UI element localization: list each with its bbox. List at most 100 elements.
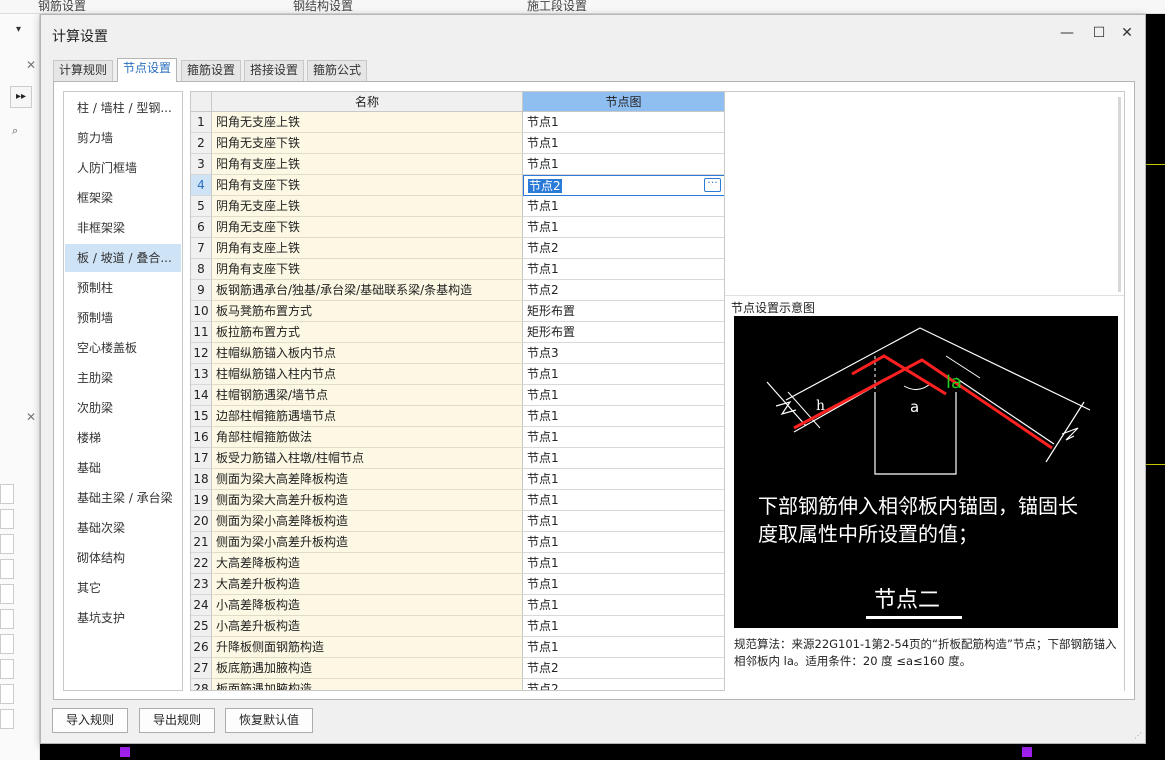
table-row[interactable]: 18 侧面为梁大高差降板构造 节点1 [191, 469, 724, 490]
category-item[interactable]: 次肋梁 [65, 394, 181, 422]
ellipsis-button[interactable]: ··· [704, 177, 721, 192]
table-row[interactable]: 12 柱帽纵筋锚入板内节点 节点3 [191, 343, 724, 364]
table-row[interactable]: 23 大高差升板构造 节点1 [191, 574, 724, 595]
row-number[interactable]: 13 [191, 364, 212, 385]
node-value-cell[interactable]: 矩形布置 [523, 322, 724, 343]
node-value-cell[interactable]: 节点1 [523, 595, 724, 616]
table-row[interactable]: 24 小高差降板构造 节点1 [191, 595, 724, 616]
category-item[interactable]: 基础 [65, 454, 181, 482]
close-icon[interactable]: ✕ [1119, 25, 1135, 41]
row-number[interactable]: 26 [191, 637, 212, 658]
category-item[interactable]: 砌体结构 [65, 544, 181, 572]
row-number[interactable]: 12 [191, 343, 212, 364]
category-item[interactable]: 剪力墙 [65, 124, 181, 152]
node-value-cell[interactable]: 节点1 [523, 385, 724, 406]
node-value-cell[interactable]: 节点1 [523, 133, 724, 154]
row-number[interactable]: 5 [191, 196, 212, 217]
table-row[interactable]: 5 阴角无支座上铁 节点1 [191, 196, 724, 217]
node-value-cell[interactable]: 节点1 [523, 469, 724, 490]
node-value-cell[interactable]: 节点2 [523, 658, 724, 679]
row-number[interactable]: 19 [191, 490, 212, 511]
table-row[interactable]: 4 阳角有支座下铁 节点2 ··· [191, 175, 724, 196]
table-row[interactable]: 8 阴角有支座下铁 节点1 [191, 259, 724, 280]
category-item[interactable]: 基坑支护 [65, 604, 181, 632]
table-row[interactable]: 21 侧面为梁小高差升板构造 节点1 [191, 532, 724, 553]
node-value-cell[interactable]: 节点2 [523, 679, 724, 690]
background-tab[interactable]: 钢结构设置 [293, 0, 353, 14]
node-value-cell[interactable]: 节点3 [523, 343, 724, 364]
search-icon[interactable]: ⌕ [12, 124, 18, 138]
row-number[interactable]: 16 [191, 427, 212, 448]
row-number[interactable]: 25 [191, 616, 212, 637]
table-row[interactable]: 22 大高差降板构造 节点1 [191, 553, 724, 574]
node-value-cell[interactable]: 节点1 [523, 490, 724, 511]
node-value-cell[interactable]: 节点2 ··· [523, 175, 724, 196]
background-tab[interactable]: 施工段设置 [527, 0, 587, 14]
table-row[interactable]: 14 柱帽钢筋遇梁/墙节点 节点1 [191, 385, 724, 406]
table-row[interactable]: 28 板面筋遇加腋构造 节点2 [191, 679, 724, 690]
row-number[interactable]: 14 [191, 385, 212, 406]
table-row[interactable]: 11 板拉筋布置方式 矩形布置 [191, 322, 724, 343]
category-item[interactable]: 基础次梁 [65, 514, 181, 542]
node-value-cell[interactable]: 节点1 [523, 616, 724, 637]
category-item[interactable]: 楼梯 [65, 424, 181, 452]
table-row[interactable]: 16 角部柱帽箍筋做法 节点1 [191, 427, 724, 448]
tab-node-settings[interactable]: 节点设置 [117, 58, 178, 82]
node-value-cell[interactable]: 节点1 [523, 574, 724, 595]
category-item[interactable]: 基础主梁 / 承台梁 [65, 484, 181, 512]
row-number[interactable]: 17 [191, 448, 212, 469]
table-row[interactable]: 15 边部柱帽箍筋遇墙节点 节点1 [191, 406, 724, 427]
maximize-icon[interactable]: ☐ [1091, 25, 1107, 41]
row-number[interactable]: 9 [191, 280, 212, 301]
tab-stirrup-formula[interactable]: 箍筋公式 [307, 60, 368, 81]
background-tab[interactable]: 钢筋设置 [38, 0, 86, 14]
table-row[interactable]: 17 板受力筋锚入柱墩/柱帽节点 节点1 [191, 448, 724, 469]
restore-defaults-button[interactable]: 恢复默认值 [225, 708, 314, 733]
row-number[interactable]: 3 [191, 154, 212, 175]
row-number[interactable]: 1 [191, 112, 212, 133]
vertical-scrollbar[interactable] [1118, 97, 1121, 292]
table-row[interactable]: 3 阳角有支座上铁 节点1 [191, 154, 724, 175]
row-number[interactable]: 28 [191, 679, 212, 690]
row-number[interactable]: 15 [191, 406, 212, 427]
table-row[interactable]: 13 柱帽纵筋锚入柱内节点 节点1 [191, 364, 724, 385]
node-value-cell[interactable]: 节点1 [523, 364, 724, 385]
category-item[interactable]: 主肋梁 [65, 364, 181, 392]
table-row[interactable]: 27 板底筋遇加腋构造 节点2 [191, 658, 724, 679]
table-row[interactable]: 2 阳角无支座下铁 节点1 [191, 133, 724, 154]
import-rules-button[interactable]: 导入规则 [52, 708, 129, 733]
node-value-cell[interactable]: 节点1 [523, 154, 724, 175]
category-item[interactable]: 框架梁 [65, 184, 181, 212]
node-value-text[interactable]: 节点2 [528, 179, 562, 193]
table-row[interactable]: 26 升降板侧面钢筋构造 节点1 [191, 637, 724, 658]
node-value-cell[interactable]: 节点2 [523, 238, 724, 259]
node-value-cell[interactable]: 节点1 [523, 532, 724, 553]
category-item[interactable]: 板 / 坡道 / 叠合... [65, 244, 181, 272]
table-row[interactable]: 25 小高差升板构造 节点1 [191, 616, 724, 637]
table-row[interactable]: 1 阳角无支座上铁 节点1 [191, 112, 724, 133]
close-icon[interactable]: ✕ [26, 58, 36, 72]
category-item[interactable]: 空心楼盖板 [65, 334, 181, 362]
row-number[interactable]: 21 [191, 532, 212, 553]
row-number[interactable]: 22 [191, 553, 212, 574]
table-row[interactable]: 19 侧面为梁大高差升板构造 节点1 [191, 490, 724, 511]
table-row[interactable]: 20 侧面为梁小高差降板构造 节点1 [191, 511, 724, 532]
row-number[interactable]: 27 [191, 658, 212, 679]
node-value-cell[interactable]: 节点1 [523, 406, 724, 427]
category-item[interactable]: 预制柱 [65, 274, 181, 302]
row-number[interactable]: 6 [191, 217, 212, 238]
export-rules-button[interactable]: 导出规则 [139, 708, 216, 733]
dropdown-arrow-icon[interactable]: ▾ [16, 24, 21, 35]
node-value-cell[interactable]: 节点1 [523, 217, 724, 238]
row-number[interactable]: 18 [191, 469, 212, 490]
node-value-cell[interactable]: 节点1 [523, 511, 724, 532]
row-number[interactable]: 23 [191, 574, 212, 595]
column-header-name[interactable]: 名称 [212, 92, 523, 112]
row-number[interactable]: 24 [191, 595, 212, 616]
node-value-cell[interactable]: 矩形布置 [523, 301, 724, 322]
row-number[interactable]: 10 [191, 301, 212, 322]
category-item[interactable]: 柱 / 墙柱 / 型钢... [65, 94, 181, 122]
expand-icon[interactable]: ▸▸ [10, 86, 32, 108]
category-item[interactable]: 人防门框墙 [65, 154, 181, 182]
node-value-cell[interactable]: 节点1 [523, 553, 724, 574]
